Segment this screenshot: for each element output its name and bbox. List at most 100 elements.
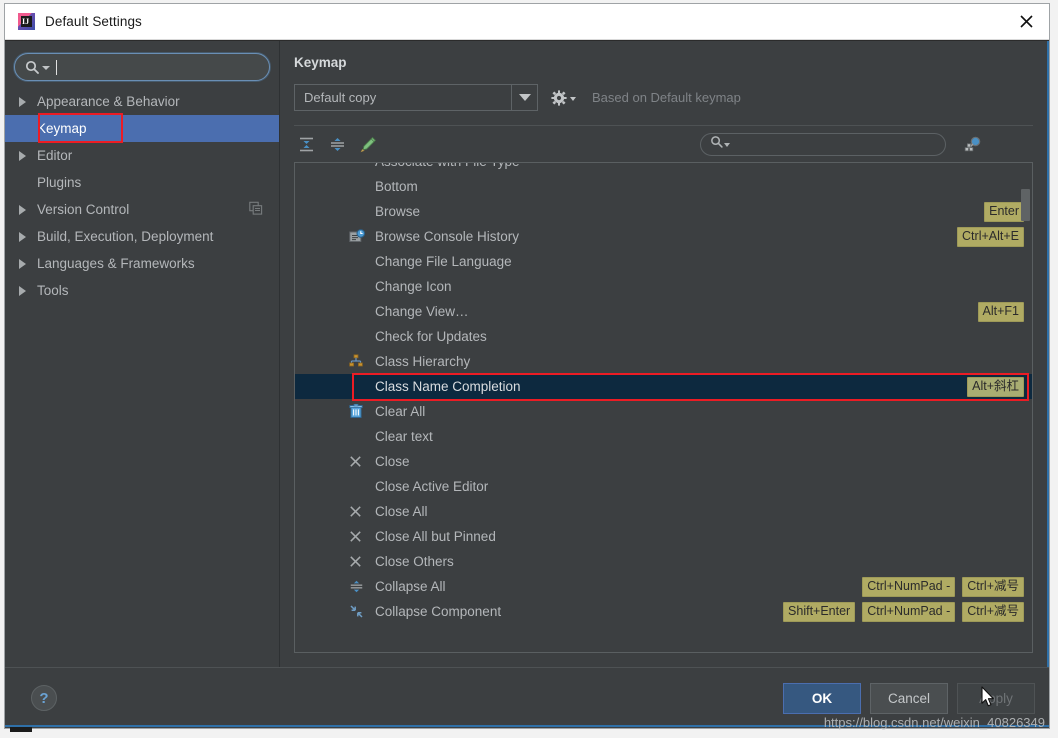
dialog-body: Appearance & Behavior Keymap Editor Plug… — [5, 40, 1049, 667]
shortcut-badge: Ctrl+Alt+E — [957, 227, 1024, 247]
shortcut-badge: Shift+Enter — [783, 602, 855, 622]
table-row[interactable]: Browse Enter — [295, 199, 1032, 224]
chevron-right-icon[interactable] — [19, 205, 37, 215]
shortcut-list: Ctrl+Alt+E — [957, 224, 1024, 249]
list-scrollbar[interactable] — [1020, 164, 1031, 651]
dialog-footer: ? OK Cancel Apply https://blog.csdn.net/… — [5, 667, 1049, 728]
shortcut-badge: Alt+F1 — [978, 302, 1024, 322]
sidebar-item-label: Languages & Frameworks — [37, 256, 195, 271]
action-label: Close — [375, 454, 410, 469]
help-button[interactable]: ? — [31, 685, 57, 711]
shortcut-list: Alt+F1 — [978, 299, 1024, 324]
chevron-right-icon[interactable] — [19, 286, 37, 296]
sidebar-item-build-execution-deployment[interactable]: Build, Execution, Deployment — [5, 223, 279, 250]
chevron-right-icon[interactable] — [19, 151, 37, 161]
sidebar-item-editor[interactable]: Editor — [5, 142, 279, 169]
sidebar-item-label: Keymap — [37, 121, 87, 136]
keymap-select-value: Default copy — [295, 90, 511, 105]
action-label: Close Others — [375, 554, 454, 569]
action-label: Change View… — [375, 304, 469, 319]
close-x-icon — [340, 505, 375, 518]
collapse-all-icon — [340, 579, 375, 594]
table-row[interactable]: Browse Console History Ctrl+Alt+E — [295, 224, 1032, 249]
sidebar-item-label: Version Control — [37, 202, 129, 217]
action-label: Change Icon — [375, 279, 452, 294]
action-search-input[interactable] — [700, 133, 946, 156]
action-label: Check for Updates — [375, 329, 487, 344]
text-caret — [56, 60, 57, 75]
shortcut-list: Ctrl+NumPad - Ctrl+减号 — [862, 574, 1024, 599]
search-icon — [710, 135, 723, 153]
close-x-icon — [340, 530, 375, 543]
collapse-component-icon — [340, 604, 375, 619]
chevron-right-icon[interactable] — [19, 97, 37, 107]
search-icon — [25, 60, 39, 74]
search-options-chevron-icon[interactable] — [724, 143, 730, 147]
shortcut-badge: Enter — [984, 202, 1024, 222]
collapse-all-icon[interactable] — [325, 132, 349, 156]
table-row[interactable]: Bottom — [295, 174, 1032, 199]
window-title: Default Settings — [45, 14, 142, 29]
trash-icon — [340, 404, 375, 419]
table-row-selected[interactable]: Class Name Completion Alt+斜杠 — [295, 374, 1032, 399]
keymap-toolbar — [294, 126, 1033, 162]
close-x-icon — [340, 555, 375, 568]
action-label: Class Hierarchy — [375, 354, 470, 369]
sidebar-item-languages-frameworks[interactable]: Languages & Frameworks — [5, 250, 279, 277]
edit-pencil-icon[interactable] — [356, 132, 380, 156]
corner-marker — [10, 727, 32, 732]
chevron-right-icon[interactable] — [19, 232, 37, 242]
settings-dialog-window: IJ Default Settings — [4, 3, 1050, 729]
table-row[interactable]: Change View… Alt+F1 — [295, 299, 1032, 324]
sidebar-item-keymap[interactable]: Keymap — [5, 115, 279, 142]
sidebar-item-label: Appearance & Behavior — [37, 94, 180, 109]
dialog-title-bar: IJ Default Settings — [5, 4, 1049, 40]
action-label: Collapse Component — [375, 604, 501, 619]
actions-list[interactable]: Associate with File Type Bottom Browse — [294, 162, 1033, 653]
ok-button[interactable]: OK — [783, 683, 861, 714]
chevron-down-icon[interactable] — [511, 85, 537, 110]
table-row[interactable]: Clear text — [295, 424, 1032, 449]
table-row[interactable]: Change Icon — [295, 274, 1032, 299]
sidebar-item-plugins[interactable]: Plugins — [5, 169, 279, 196]
shortcut-badge: Ctrl+NumPad - — [862, 577, 955, 597]
search-options-chevron-icon[interactable] — [42, 66, 50, 70]
table-row[interactable]: Associate with File Type — [295, 163, 1032, 174]
console-history-icon — [340, 229, 375, 245]
action-label: Class Name Completion — [375, 379, 521, 394]
keymap-select[interactable]: Default copy — [294, 84, 538, 111]
action-label: Bottom — [375, 179, 418, 194]
sidebar-item-label: Build, Execution, Deployment — [37, 229, 213, 244]
sidebar-item-version-control[interactable]: Version Control — [5, 196, 279, 223]
table-row[interactable]: Clear All — [295, 399, 1032, 424]
shortcut-badge: Ctrl+减号 — [962, 602, 1024, 622]
table-row[interactable]: Close All but Pinned — [295, 524, 1032, 549]
sidebar-item-tools[interactable]: Tools — [5, 277, 279, 304]
table-row[interactable]: Change File Language — [295, 249, 1032, 274]
action-label: Associate with File Type — [375, 163, 520, 169]
table-row[interactable]: Class Hierarchy — [295, 349, 1032, 374]
table-row[interactable]: Close All — [295, 499, 1032, 524]
filter-shortcut-icon[interactable] — [961, 132, 985, 156]
based-on-label: Based on Default keymap — [592, 90, 741, 105]
sidebar-search-wrapper — [5, 41, 279, 88]
close-icon[interactable] — [1003, 4, 1049, 38]
gear-icon[interactable] — [551, 90, 576, 106]
close-x-icon — [340, 455, 375, 468]
sidebar-item-appearance-behavior[interactable]: Appearance & Behavior — [5, 88, 279, 115]
action-label: Change File Language — [375, 254, 512, 269]
search-input[interactable] — [14, 53, 270, 81]
scrollbar-thumb[interactable] — [1021, 189, 1030, 221]
chevron-right-icon[interactable] — [19, 259, 37, 269]
cancel-button[interactable]: Cancel — [870, 683, 948, 714]
table-row[interactable]: Collapse All Ctrl+NumPad - Ctrl+减号 — [295, 574, 1032, 599]
class-hierarchy-icon — [340, 354, 375, 370]
table-row[interactable]: Close — [295, 449, 1032, 474]
table-row[interactable]: Collapse Component Shift+Enter Ctrl+NumP… — [295, 599, 1032, 624]
action-label: Close All but Pinned — [375, 529, 496, 544]
table-row[interactable]: Close Active Editor — [295, 474, 1032, 499]
table-row[interactable]: Close Others — [295, 549, 1032, 574]
expand-all-icon[interactable] — [294, 132, 318, 156]
table-row[interactable]: Check for Updates — [295, 324, 1032, 349]
shortcut-badge: Alt+斜杠 — [967, 377, 1024, 397]
